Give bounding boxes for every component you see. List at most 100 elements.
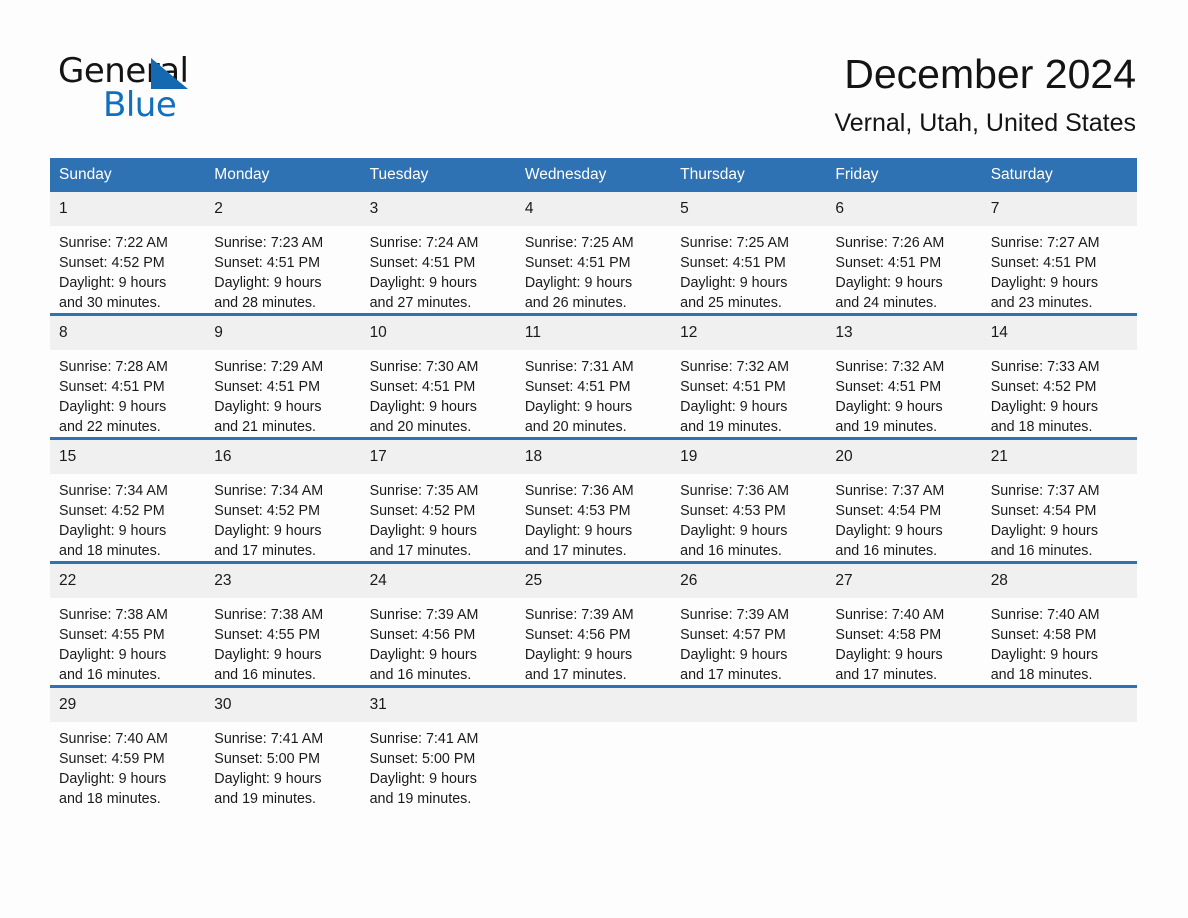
day-details: Sunrise: 7:26 AM Sunset: 4:51 PM Dayligh… xyxy=(826,226,981,313)
day-number: 17 xyxy=(360,440,516,474)
sunrise-text: Sunrise: 7:32 AM xyxy=(680,359,789,375)
day-number: 22 xyxy=(50,564,206,598)
day-number: 12 xyxy=(671,316,827,350)
day-number: 25 xyxy=(515,564,672,598)
day-details: Sunrise: 7:23 AM Sunset: 4:51 PM Dayligh… xyxy=(205,226,360,313)
sunset-text: Sunset: 4:51 PM xyxy=(835,379,942,395)
daylight-text-line1: Daylight: 9 hours xyxy=(990,275,1098,291)
day-cell[interactable]: 22 Sunrise: 7:38 AM Sunset: 4:55 PM Dayl… xyxy=(50,561,206,687)
day-cell[interactable]: 2 Sunrise: 7:23 AM Sunset: 4:51 PM Dayli… xyxy=(205,192,361,315)
day-cell[interactable]: 9 Sunrise: 7:29 AM Sunset: 4:51 PM Dayli… xyxy=(205,313,361,439)
day-details xyxy=(826,722,981,729)
day-number xyxy=(826,688,982,722)
sunset-text: Sunset: 5:00 PM xyxy=(214,751,320,767)
day-cell[interactable]: 4 Sunrise: 7:25 AM Sunset: 4:51 PM Dayli… xyxy=(515,192,672,315)
day-cell[interactable]: 6 Sunrise: 7:26 AM Sunset: 4:51 PM Dayli… xyxy=(826,192,982,315)
day-number: 2 xyxy=(205,192,361,226)
daylight-text-line1: Daylight: 9 hours xyxy=(524,523,633,539)
daylight-text-line2: and 17 minutes. xyxy=(524,667,627,683)
day-cell[interactable]: 11 Sunrise: 7:31 AM Sunset: 4:51 PM Dayl… xyxy=(515,313,672,439)
sunrise-text: Sunrise: 7:34 AM xyxy=(59,483,168,499)
day-cell[interactable]: 5 Sunrise: 7:25 AM Sunset: 4:51 PM Dayli… xyxy=(671,192,827,315)
daylight-text-line1: Daylight: 9 hours xyxy=(524,275,633,291)
page-title: December 2024 xyxy=(844,51,1136,97)
day-details: Sunrise: 7:39 AM Sunset: 4:56 PM Dayligh… xyxy=(361,598,516,685)
daylight-text-line1: Daylight: 9 hours xyxy=(680,647,788,663)
day-number: 1 xyxy=(50,192,206,226)
weekday-header-monday: Monday xyxy=(205,158,361,192)
sunrise-text: Sunrise: 7:22 AM xyxy=(59,235,168,251)
daylight-text-line2: and 26 minutes. xyxy=(524,295,627,311)
day-cell[interactable]: 25 Sunrise: 7:39 AM Sunset: 4:56 PM Dayl… xyxy=(515,561,672,687)
daylight-text-line2: and 17 minutes. xyxy=(680,667,782,683)
day-number: 5 xyxy=(671,192,827,226)
sunset-text: Sunset: 4:51 PM xyxy=(990,255,1097,271)
page-header: General Blue December 2024 Vernal, Utah,… xyxy=(0,0,1188,150)
day-details: Sunrise: 7:38 AM Sunset: 4:55 PM Dayligh… xyxy=(50,598,205,685)
sunset-text: Sunset: 4:55 PM xyxy=(214,627,320,643)
day-number: 8 xyxy=(50,316,206,350)
sunset-text: Sunset: 4:53 PM xyxy=(680,503,786,519)
sunrise-text: Sunrise: 7:40 AM xyxy=(59,731,168,747)
day-cell[interactable]: 7 Sunrise: 7:27 AM Sunset: 4:51 PM Dayli… xyxy=(981,192,1137,315)
day-cell[interactable]: 20 Sunrise: 7:37 AM Sunset: 4:54 PM Dayl… xyxy=(826,437,982,563)
weekday-header-tuesday: Tuesday xyxy=(360,158,516,192)
daylight-text-line1: Daylight: 9 hours xyxy=(990,647,1098,663)
daylight-text-line1: Daylight: 9 hours xyxy=(214,647,322,663)
day-cell[interactable]: 15 Sunrise: 7:34 AM Sunset: 4:52 PM Dayl… xyxy=(50,437,206,563)
day-cell[interactable]: 23 Sunrise: 7:38 AM Sunset: 4:55 PM Dayl… xyxy=(205,561,361,687)
sunrise-text: Sunrise: 7:29 AM xyxy=(214,359,324,375)
generalblue-logo[interactable]: General Blue xyxy=(58,52,318,132)
day-cell[interactable]: 17 Sunrise: 7:35 AM Sunset: 4:52 PM Dayl… xyxy=(360,437,516,563)
day-cell[interactable]: 26 Sunrise: 7:39 AM Sunset: 4:57 PM Dayl… xyxy=(671,561,827,687)
sunrise-text: Sunrise: 7:37 AM xyxy=(835,483,945,499)
daylight-text-line1: Daylight: 9 hours xyxy=(369,771,477,787)
daylight-text-line1: Daylight: 9 hours xyxy=(990,523,1098,539)
day-cell[interactable]: 8 Sunrise: 7:28 AM Sunset: 4:51 PM Dayli… xyxy=(50,313,206,439)
daylight-text-line2: and 20 minutes. xyxy=(369,419,472,435)
day-details: Sunrise: 7:40 AM Sunset: 4:59 PM Dayligh… xyxy=(50,722,205,809)
daylight-text-line1: Daylight: 9 hours xyxy=(59,771,167,787)
day-cell[interactable]: 30 Sunrise: 7:41 AM Sunset: 5:00 PM Dayl… xyxy=(205,685,361,809)
day-cell[interactable]: 13 Sunrise: 7:32 AM Sunset: 4:51 PM Dayl… xyxy=(826,313,982,439)
title-block: December 2024 Vernal, Utah, United State… xyxy=(436,48,1136,140)
sunrise-text: Sunrise: 7:35 AM xyxy=(369,483,479,499)
day-details: Sunrise: 7:25 AM Sunset: 4:51 PM Dayligh… xyxy=(516,226,671,313)
day-number xyxy=(515,688,672,722)
sunset-text: Sunset: 4:51 PM xyxy=(680,255,786,271)
day-cell[interactable]: 1 Sunrise: 7:22 AM Sunset: 4:52 PM Dayli… xyxy=(50,192,206,315)
day-cell[interactable]: 18 Sunrise: 7:36 AM Sunset: 4:53 PM Dayl… xyxy=(515,437,672,563)
weekday-header-wednesday: Wednesday xyxy=(515,158,672,192)
daylight-text-line1: Daylight: 9 hours xyxy=(835,647,943,663)
day-cell[interactable]: 24 Sunrise: 7:39 AM Sunset: 4:56 PM Dayl… xyxy=(360,561,516,687)
daylight-text-line2: and 16 minutes. xyxy=(990,543,1093,559)
sunrise-text: Sunrise: 7:32 AM xyxy=(835,359,945,375)
day-cell[interactable]: 28 Sunrise: 7:40 AM Sunset: 4:58 PM Dayl… xyxy=(981,561,1137,687)
sunset-text: Sunset: 4:58 PM xyxy=(835,627,942,643)
sunrise-text: Sunrise: 7:39 AM xyxy=(524,607,634,623)
day-details: Sunrise: 7:27 AM Sunset: 4:51 PM Dayligh… xyxy=(982,226,1137,313)
sunset-text: Sunset: 4:51 PM xyxy=(369,379,476,395)
day-details: Sunrise: 7:33 AM Sunset: 4:52 PM Dayligh… xyxy=(982,350,1137,437)
daylight-text-line1: Daylight: 9 hours xyxy=(680,399,788,415)
day-cell[interactable]: 3 Sunrise: 7:24 AM Sunset: 4:51 PM Dayli… xyxy=(360,192,516,315)
sunset-text: Sunset: 4:51 PM xyxy=(680,379,786,395)
sunset-text: Sunset: 4:52 PM xyxy=(59,503,165,519)
sunrise-text: Sunrise: 7:36 AM xyxy=(524,483,634,499)
sunset-text: Sunset: 4:55 PM xyxy=(59,627,165,643)
daylight-text-line2: and 18 minutes. xyxy=(990,419,1093,435)
day-number xyxy=(671,688,827,722)
day-cell[interactable]: 31 Sunrise: 7:41 AM Sunset: 5:00 PM Dayl… xyxy=(360,685,516,809)
day-cell[interactable]: 19 Sunrise: 7:36 AM Sunset: 4:53 PM Dayl… xyxy=(671,437,827,563)
sunset-text: Sunset: 4:52 PM xyxy=(214,503,320,519)
day-cell[interactable]: 14 Sunrise: 7:33 AM Sunset: 4:52 PM Dayl… xyxy=(981,313,1137,439)
calendar-week-row: 15 Sunrise: 7:34 AM Sunset: 4:52 PM Dayl… xyxy=(50,437,1137,563)
day-cell[interactable]: 27 Sunrise: 7:40 AM Sunset: 4:58 PM Dayl… xyxy=(826,561,982,687)
day-cell[interactable]: 16 Sunrise: 7:34 AM Sunset: 4:52 PM Dayl… xyxy=(205,437,361,563)
sunset-text: Sunset: 4:52 PM xyxy=(990,379,1097,395)
day-cell[interactable]: 12 Sunrise: 7:32 AM Sunset: 4:51 PM Dayl… xyxy=(671,313,827,439)
day-cell[interactable]: 10 Sunrise: 7:30 AM Sunset: 4:51 PM Dayl… xyxy=(360,313,516,439)
daylight-text-line1: Daylight: 9 hours xyxy=(369,647,477,663)
day-cell[interactable]: 29 Sunrise: 7:40 AM Sunset: 4:59 PM Dayl… xyxy=(50,685,206,809)
day-cell[interactable]: 21 Sunrise: 7:37 AM Sunset: 4:54 PM Dayl… xyxy=(981,437,1137,563)
